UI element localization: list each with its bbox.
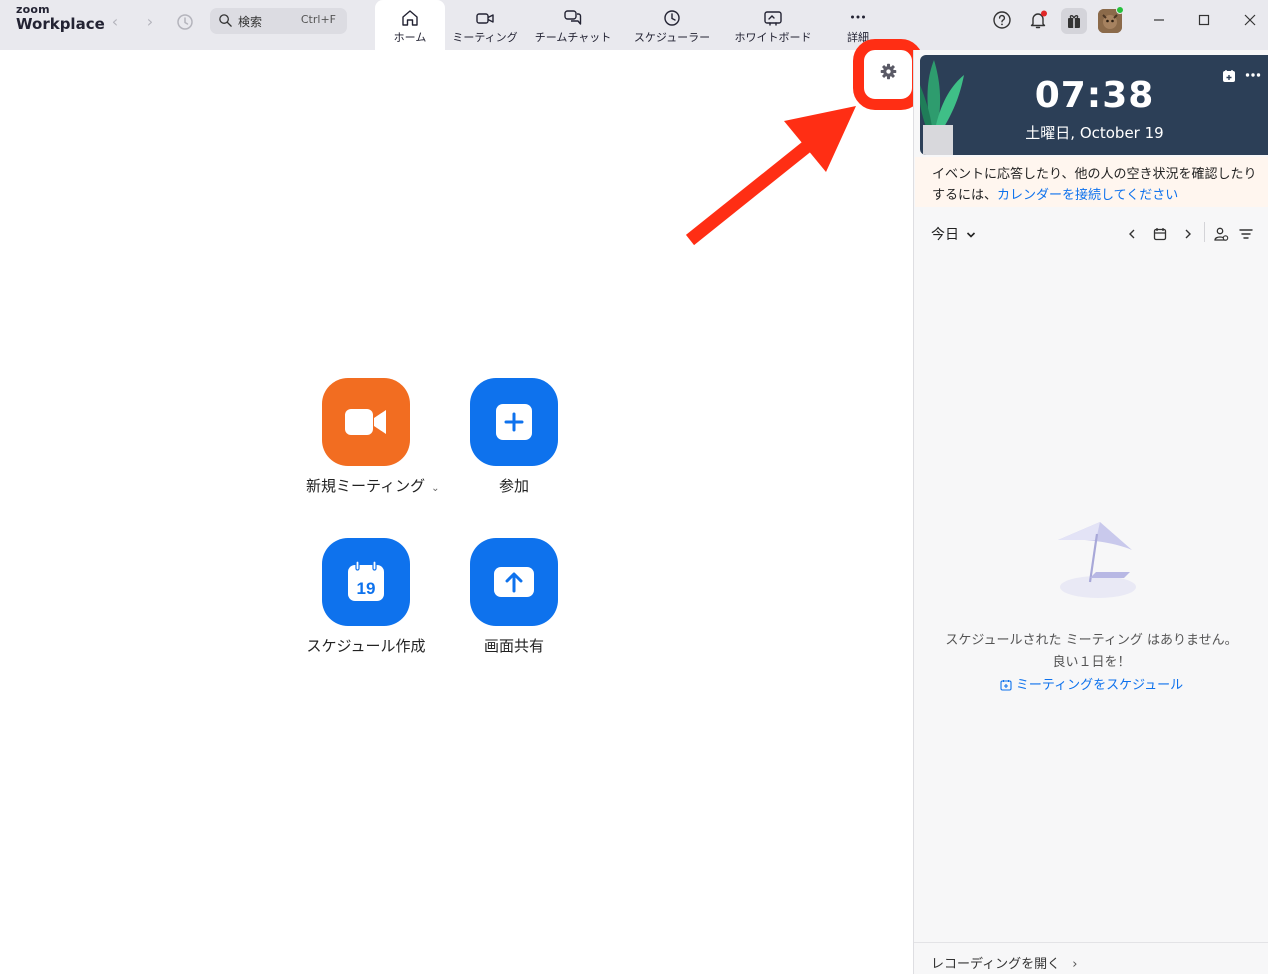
settings-gear-icon[interactable] [879, 62, 898, 81]
search-box[interactable]: 検索 Ctrl+F [210, 8, 347, 34]
chat-bubbles-icon [564, 10, 582, 25]
calendar-connect-notice: イベントに応答したり、他の人の空き状況を確認したりするには、カレンダーを接続して… [915, 157, 1268, 207]
chevron-down-icon [967, 232, 976, 238]
connect-calendar-link[interactable]: カレンダーを接続してください [997, 188, 1178, 203]
calendar-picker-icon[interactable] [1152, 226, 1168, 242]
previous-day-icon[interactable] [1124, 226, 1140, 242]
help-icon[interactable] [992, 10, 1012, 30]
calendar-panel: 07:38 土曜日, October 19 イベントに応答したり、他の人の空き状… [913, 50, 1268, 974]
whiteboard-icon [764, 11, 782, 26]
tab-team-chat[interactable]: チームチャット [530, 0, 616, 50]
calendar-add-icon [1000, 680, 1012, 691]
beach-umbrella-illustration [1058, 522, 1136, 598]
gift-button[interactable] [1061, 8, 1087, 34]
tab-team-chat-label: チームチャット [534, 31, 612, 44]
search-icon [219, 14, 232, 27]
no-meetings-message: スケジュールされた ミーティング はありません。 [945, 633, 1238, 648]
new-meeting-action[interactable]: 新規ミーティング ⌄ [306, 378, 440, 496]
open-recordings-label: レコーディングを開く [931, 957, 1061, 972]
search-shortcut: Ctrl+F [300, 13, 336, 26]
clock-date: 土曜日, October 19 [1025, 124, 1164, 142]
notification-bell-icon[interactable] [1028, 10, 1048, 30]
schedule-action[interactable]: 19 スケジュール作成 [306, 538, 426, 656]
calendar-day-number: 19 [357, 579, 376, 598]
people-filter-icon[interactable] [1213, 226, 1229, 242]
schedule-meeting-link-label: ミーティングをスケジュール [1015, 678, 1184, 693]
video-camera-icon [476, 13, 494, 24]
chevron-right-icon: › [1072, 957, 1078, 972]
gift-icon [1068, 15, 1080, 28]
next-day-icon[interactable] [1180, 226, 1196, 242]
chevron-down-icon[interactable]: ⌄ [431, 483, 439, 494]
online-status-dot [1116, 6, 1124, 14]
schedule-meeting-link[interactable]: ミーティングをスケジュール [914, 674, 1268, 693]
day-selector[interactable]: 今日 [931, 224, 976, 244]
video-camera-icon [345, 409, 386, 435]
calendar-icon: 19 [348, 561, 384, 601]
close-icon[interactable] [1241, 11, 1259, 29]
filter-list-icon[interactable] [1238, 226, 1254, 242]
clock-icon [664, 10, 680, 26]
tab-meetings-label: ミーティング [452, 31, 518, 44]
day-selector-label: 今日 [931, 227, 959, 243]
tab-meetings[interactable]: ミーティング [448, 0, 522, 50]
toolbar-divider [1204, 222, 1205, 242]
tab-home[interactable]: ホーム [375, 0, 445, 50]
tab-scheduler[interactable]: スケジューラー [628, 0, 716, 50]
clock-card: 07:38 土曜日, October 19 [920, 55, 1268, 155]
share-screen-label: 画面共有 [483, 637, 544, 655]
red-arrow-annotation [685, 106, 856, 246]
tab-home-label: ホーム [393, 31, 427, 44]
zoom-workplace-logo: zoom Workplace [16, 4, 105, 32]
join-button[interactable] [470, 378, 558, 466]
maximize-icon[interactable] [1195, 11, 1213, 29]
more-dots-icon [851, 15, 865, 19]
history-icon[interactable] [175, 12, 195, 32]
home-icon [402, 10, 418, 26]
tab-whiteboard-label: ホワイトボード [734, 31, 812, 44]
minimize-icon[interactable] [1150, 11, 1168, 29]
tab-whiteboard[interactable]: ホワイトボード [728, 0, 818, 50]
plus-icon [496, 404, 532, 440]
have-a-good-day-message: 良い１日を！ [1052, 655, 1131, 670]
join-label: 参加 [498, 477, 529, 495]
share-screen-action[interactable]: 画面共有 [454, 538, 574, 656]
schedule-button[interactable]: 19 [322, 538, 410, 626]
back-arrow-icon[interactable]: ‹ [103, 12, 127, 32]
join-action[interactable]: 参加 [454, 378, 574, 496]
search-label: 検索 [238, 15, 263, 29]
tab-scheduler-label: スケジューラー [633, 31, 711, 44]
new-meeting-label: 新規ミーティング ⌄ [306, 477, 440, 495]
brand-name: Workplace [16, 15, 105, 33]
schedule-label: スケジュール作成 [306, 637, 426, 655]
open-recordings-link[interactable]: レコーディングを開く › [914, 942, 1268, 974]
share-screen-button[interactable] [470, 538, 558, 626]
forward-arrow-icon[interactable]: › [138, 12, 162, 32]
clock-time: 07:38 [1034, 75, 1155, 116]
calendar-add-icon[interactable] [1222, 69, 1236, 83]
more-options-icon[interactable] [1245, 72, 1261, 78]
new-meeting-button[interactable] [322, 378, 410, 466]
share-screen-icon [494, 567, 534, 597]
brand-small: zoom [16, 3, 50, 16]
title-bar: zoom Workplace ‹ › 検索 Ctrl+F ホーム ミーティング [0, 0, 1268, 50]
